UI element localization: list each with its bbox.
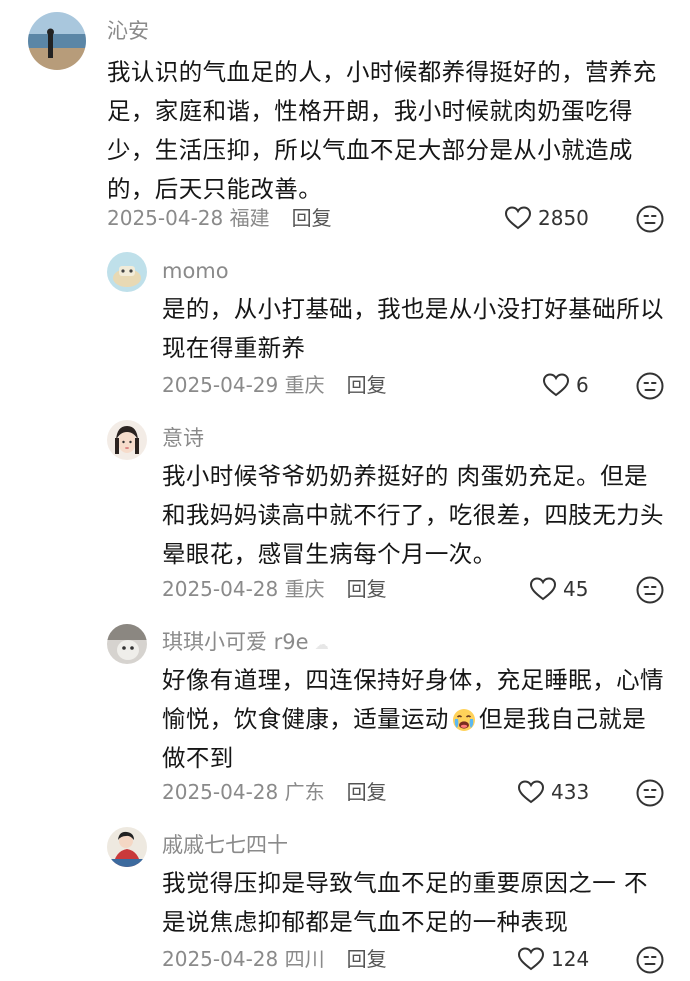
dislike-button[interactable]: [636, 372, 664, 404]
username[interactable]: 琪琪小可爱 r9e ☁: [162, 629, 329, 658]
reply-button[interactable]: 回复: [347, 373, 387, 397]
like-button[interactable]: 433: [517, 779, 589, 805]
like-button[interactable]: 45: [529, 576, 588, 602]
username[interactable]: 戚戚七七四十: [162, 832, 288, 858]
date-location: 2025-04-28 重庆: [162, 577, 325, 601]
comment-line: 我认识的气血足的人，小时候都养得挺好的，营养充: [107, 58, 657, 86]
reply-button[interactable]: 回复: [347, 577, 387, 601]
avatar[interactable]: [107, 420, 147, 460]
comment-line-segment: 但是我自己就是: [478, 705, 647, 733]
comment-line: 的，后天只能改善。: [107, 175, 323, 203]
like-button[interactable]: 2850: [504, 205, 589, 231]
comment-line: 现在得重新养: [162, 334, 306, 362]
date-location: 2025-04-28 广东: [162, 780, 325, 804]
neutral-face-icon: [636, 779, 664, 807]
comment-line: 少，生活压抑，所以气血不足大部分是从小就造成: [107, 136, 633, 164]
avatar[interactable]: [28, 12, 86, 70]
comment-meta: 2025-04-29 重庆 回复: [162, 372, 387, 398]
heart-outline-icon: [529, 577, 557, 601]
heart-outline-icon: [517, 947, 545, 971]
neutral-face-icon: [636, 372, 664, 400]
comment-text: 好像有道理，四连保持好身体，充足睡眠，心情 愉悦，饮食健康，适量运动 但是我自己就…: [162, 661, 677, 778]
comment-line: 好像有道理，四连保持好身体，充足睡眠，心情: [162, 666, 664, 694]
neutral-face-icon: [636, 576, 664, 604]
comment-line: 晕眼花，感冒生病每个月一次。: [162, 540, 497, 568]
comment-line: 我小时候爷爷奶奶养挺好的 肉蛋奶充足。但是: [162, 462, 648, 490]
comment-line: 是说焦虑抑郁都是气血不足的一种表现: [162, 908, 569, 936]
username[interactable]: 意诗: [162, 425, 204, 451]
comment-line: 我觉得压抑是导致气血不足的重要原因之一 不: [162, 869, 648, 897]
comment-line: 足，家庭和谐，性格开朗，我小时候就肉奶蛋吃得: [107, 97, 633, 125]
like-button[interactable]: 6: [542, 372, 589, 398]
comment-meta: 2025-04-28 重庆 回复: [162, 576, 387, 602]
username[interactable]: 沁安: [107, 18, 149, 44]
comment-meta: 2025-04-28 广东 回复: [162, 779, 387, 805]
comment-line: 是的，从小打基础，我也是从小没打好基础所以: [162, 295, 664, 323]
like-count: 124: [551, 947, 590, 971]
dislike-button[interactable]: [636, 205, 664, 237]
neutral-face-icon: [636, 946, 664, 974]
reply-button[interactable]: 回复: [347, 947, 387, 971]
comment-line: 做不到: [162, 744, 234, 772]
username[interactable]: momo: [162, 258, 229, 284]
heart-outline-icon: [542, 373, 570, 397]
date-location: 2025-04-29 重庆: [162, 373, 325, 397]
date-location: 2025-04-28 四川: [162, 947, 325, 971]
username-text: 琪琪小可爱 r9e: [162, 630, 309, 654]
like-count: 433: [551, 780, 590, 804]
comment-meta: 2025-04-28 福建 回复: [107, 205, 332, 231]
reply-button[interactable]: 回复: [292, 206, 332, 230]
comment-line-segment: 愉悦，饮食健康，适量运动: [162, 705, 449, 733]
like-button[interactable]: 124: [517, 946, 589, 972]
like-count: 2850: [538, 206, 589, 230]
avatar[interactable]: [107, 624, 147, 664]
like-count: 45: [563, 577, 589, 601]
dislike-button[interactable]: [636, 779, 664, 811]
cloud-icon: ☁: [314, 637, 329, 653]
avatar[interactable]: [107, 252, 147, 292]
reply-button[interactable]: 回复: [347, 780, 387, 804]
comment-line: 愉悦，饮食健康，适量运动 但是我自己就是: [162, 700, 677, 739]
dislike-button[interactable]: [636, 576, 664, 608]
comment-text: 我觉得压抑是导致气血不足的重要原因之一 不 是说焦虑抑郁都是气血不足的一种表现: [162, 864, 677, 942]
crying-face-emoji: [452, 709, 475, 731]
heart-outline-icon: [517, 780, 545, 804]
neutral-face-icon: [636, 205, 664, 233]
avatar[interactable]: [107, 827, 147, 867]
dislike-button[interactable]: [636, 946, 664, 978]
comment-line: 和我妈妈读高中就不行了，吃很差，四肢无力头: [162, 501, 664, 529]
comment-meta: 2025-04-28 四川 回复: [162, 946, 387, 972]
comment-text: 我小时候爷爷奶奶养挺好的 肉蛋奶充足。但是 和我妈妈读高中就不行了，吃很差，四肢…: [162, 457, 677, 574]
heart-outline-icon: [504, 206, 532, 230]
like-count: 6: [576, 373, 589, 397]
comment-text: 是的，从小打基础，我也是从小没打好基础所以 现在得重新养: [162, 290, 677, 368]
date-location: 2025-04-28 福建: [107, 206, 270, 230]
comment-text: 我认识的气血足的人，小时候都养得挺好的，营养充 足，家庭和谐，性格开朗，我小时候…: [107, 53, 677, 209]
